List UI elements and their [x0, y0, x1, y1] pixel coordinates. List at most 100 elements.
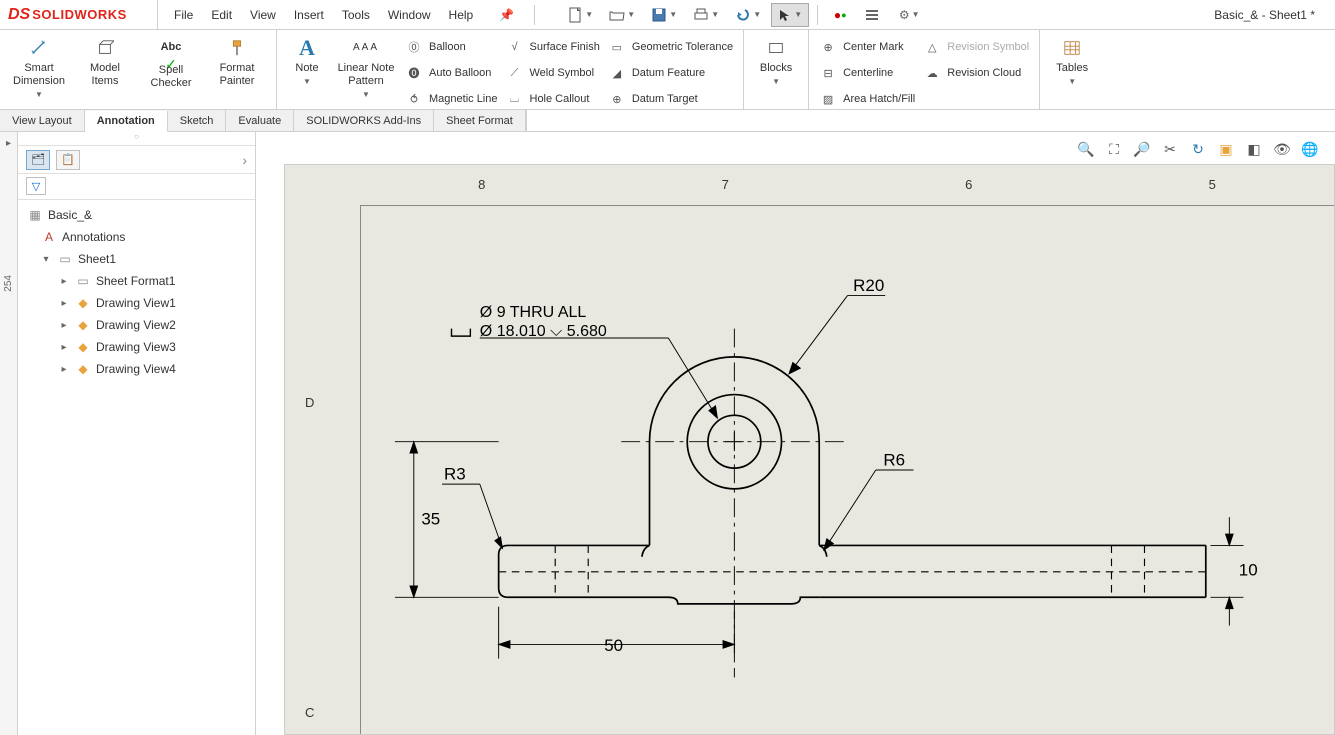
auto-balloon-button[interactable]: ⓿ Auto Balloon	[405, 62, 498, 84]
tables-label: Tables	[1056, 62, 1088, 75]
tab-evaluate[interactable]: Evaluate	[226, 110, 294, 131]
hole-callout-button[interactable]: ⌴Hole Callout	[506, 88, 600, 110]
tree-sheet-format1-label: Sheet Format1	[96, 274, 175, 288]
tree-annotations[interactable]: A Annotations	[22, 226, 251, 248]
scene-button[interactable]: 🌐	[1299, 138, 1321, 160]
panel-collapse-icon[interactable]: ›	[242, 152, 247, 168]
settings-button[interactable]: ⚙▼	[890, 3, 928, 27]
expander-icon[interactable]: ▸	[58, 342, 70, 353]
ribbon-group-blocks: Blocks ▼	[744, 30, 809, 109]
drawing-view-icon: ◆	[74, 295, 92, 311]
print-button[interactable]: ▼	[687, 3, 725, 27]
auto-balloon-label: Auto Balloon	[429, 67, 491, 79]
tab-sketch[interactable]: Sketch	[168, 110, 227, 131]
section-view-button[interactable]: ✂	[1159, 138, 1181, 160]
menu-view[interactable]: View	[250, 8, 276, 22]
note-label: Note	[295, 62, 318, 75]
menu-file[interactable]: File	[174, 8, 193, 22]
tables-button[interactable]: Tables ▼	[1050, 34, 1094, 87]
options-list-button[interactable]	[858, 3, 886, 27]
rotate-view-button[interactable]: ↻	[1187, 138, 1209, 160]
tree-drawing-view1[interactable]: ▸ ◆ Drawing View1	[22, 292, 251, 314]
surface-finish-label: Surface Finish	[530, 41, 600, 53]
feature-tree: ▦ Basic_& A Annotations ▾ ▭ Sheet1 ▸ ▭ S…	[18, 200, 255, 384]
model-items-button[interactable]: Model Items	[76, 34, 134, 88]
format-painter-button[interactable]: Format Painter	[208, 34, 266, 88]
revision-symbol-label: Revision Symbol	[947, 41, 1029, 53]
geometric-tolerance-button[interactable]: ▭Geometric Tolerance	[608, 36, 733, 58]
revision-cloud-button[interactable]: ☁Revision Cloud	[923, 62, 1029, 84]
tree-drawing-view4[interactable]: ▸ ◆ Drawing View4	[22, 358, 251, 380]
panel-grip[interactable]	[18, 132, 255, 146]
datum-feature-button[interactable]: ◢Datum Feature	[608, 62, 733, 84]
expander-icon[interactable]: ▸	[58, 276, 70, 287]
expander-icon[interactable]: ▸	[58, 320, 70, 331]
balloon-button[interactable]: ⓪Balloon	[405, 36, 498, 58]
menu-window[interactable]: Window	[388, 8, 431, 22]
expander-icon[interactable]: ▾	[40, 254, 52, 265]
ribbon: Smart Dimension ▼ Model Items Abc ✓ Spel…	[0, 30, 1335, 110]
linear-note-pattern-button[interactable]: AAA Linear Note Pattern ▼	[335, 34, 397, 100]
tree-sheet1[interactable]: ▾ ▭ Sheet1	[22, 248, 251, 270]
tab-addins[interactable]: SOLIDWORKS Add-Ins	[294, 110, 434, 131]
rebuild-button[interactable]: ●●	[826, 3, 854, 27]
zoom-area-button[interactable]: ⛶	[1103, 138, 1125, 160]
spell-checker-button[interactable]: Abc ✓ Spell Checker	[142, 34, 200, 90]
datum-target-button[interactable]: ⊕Datum Target	[608, 88, 733, 110]
magnetic-line-button[interactable]: ⥀Magnetic Line	[405, 88, 498, 110]
weld-symbol-button[interactable]: ⟋Weld Symbol	[506, 62, 600, 84]
menu-help[interactable]: Help	[449, 8, 474, 22]
tree-drawing-view3[interactable]: ▸ ◆ Drawing View3	[22, 336, 251, 358]
drawing-canvas[interactable]: 🔍 ⛶ 🔎 ✂ ↻ ▣ ◧ 👁 🌐 8 7 6 5 D C	[256, 132, 1335, 735]
menu-tools[interactable]: Tools	[342, 8, 370, 22]
smart-dimension-label: Smart Dimension	[13, 62, 65, 88]
smart-dimension-button[interactable]: Smart Dimension ▼	[10, 34, 68, 100]
tab-annotation[interactable]: Annotation	[85, 111, 168, 132]
expander-icon[interactable]: ▸	[58, 364, 70, 375]
expander-icon[interactable]: ▸	[58, 298, 70, 309]
dim-R20: R20	[853, 276, 884, 295]
surface-finish-button[interactable]: √ Surface Finish	[506, 36, 600, 58]
undo-button[interactable]: ▼	[729, 3, 767, 27]
menu-edit[interactable]: Edit	[211, 8, 232, 22]
center-mark-button[interactable]: ⊕ Center Mark	[819, 36, 915, 58]
ribbon-group-center: ⊕ Center Mark ⊟Centerline ▨Area Hatch/Fil…	[809, 30, 1040, 109]
menu-bar: File Edit View Insert Tools Window Help …	[158, 8, 530, 22]
center-mark-icon: ⊕	[819, 41, 837, 54]
tree-drawing-view4-label: Drawing View4	[96, 362, 176, 376]
row-D: D	[305, 395, 314, 410]
tree-root[interactable]: ▦ Basic_&	[22, 204, 251, 226]
datum-target-label: Datum Target	[632, 93, 698, 105]
centerline-icon: ⊟	[819, 67, 837, 80]
center-mark-label: Center Mark	[843, 41, 904, 53]
pin-icon[interactable]: 📌	[499, 8, 514, 22]
blocks-button[interactable]: Blocks ▼	[754, 34, 798, 87]
side-rail: ▸ 254	[0, 132, 18, 735]
filter-button[interactable]: ▽	[26, 177, 46, 195]
sheet-format-icon: ▭	[74, 273, 92, 289]
surface-finish-icon: √	[506, 41, 524, 53]
menu-insert[interactable]: Insert	[294, 8, 324, 22]
open-button[interactable]: ▼	[603, 3, 641, 27]
quick-access-toolbar: ▼ ▼ ▼ ▼ ▼ ▼ ●● ⚙▼	[549, 3, 940, 27]
centerline-button[interactable]: ⊟Centerline	[819, 62, 915, 84]
zoom-previous-button[interactable]: 🔎	[1131, 138, 1153, 160]
tree-sheet-format1[interactable]: ▸ ▭ Sheet Format1	[22, 270, 251, 292]
display-style-button[interactable]: ▣	[1215, 138, 1237, 160]
collapse-icon[interactable]: ▸	[6, 138, 11, 149]
area-hatch-fill-button[interactable]: ▨Area Hatch/Fill	[819, 88, 915, 110]
note-button[interactable]: A Note ▼	[287, 34, 327, 87]
tab-sheet-format[interactable]: Sheet Format	[434, 110, 526, 131]
auto-balloon-icon: ⓿	[405, 65, 423, 81]
hide-show-button[interactable]: ◧	[1243, 138, 1265, 160]
new-button[interactable]: ▼	[561, 3, 599, 27]
select-button[interactable]: ▼	[771, 3, 809, 27]
tree-drawing-view2[interactable]: ▸ ◆ Drawing View2	[22, 314, 251, 336]
panel-tab-property-manager[interactable]: 📋	[56, 150, 80, 170]
zoom-fit-button[interactable]: 🔍	[1075, 138, 1097, 160]
panel-tab-feature-tree[interactable]: 🗂	[26, 150, 50, 170]
save-button[interactable]: ▼	[645, 3, 683, 27]
tab-view-layout[interactable]: View Layout	[0, 110, 85, 131]
hole-callout-icon: ⌴	[506, 93, 524, 106]
view-orientation-button[interactable]: 👁	[1271, 138, 1293, 160]
